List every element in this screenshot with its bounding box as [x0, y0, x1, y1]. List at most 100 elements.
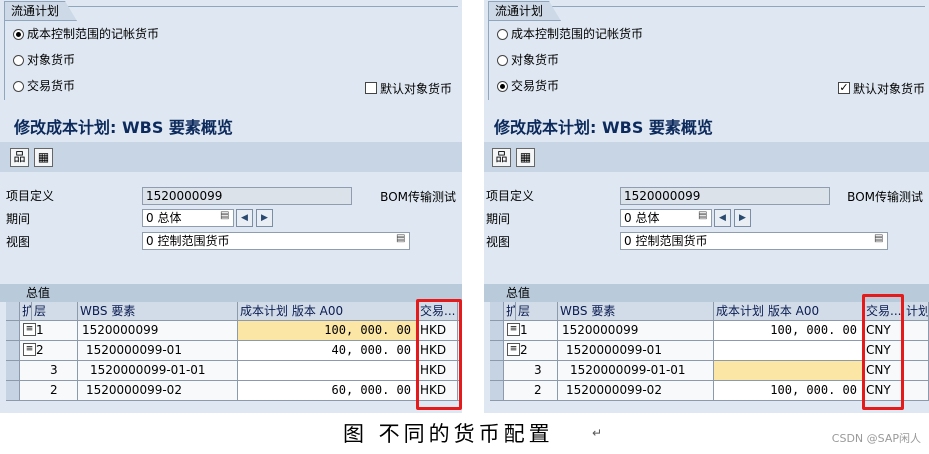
column-header-wbs[interactable]: WBS 要素 — [78, 302, 238, 321]
hierarchy-node-icon[interactable]: ≡ — [23, 323, 36, 336]
hierarchy-node-icon[interactable]: ≡ — [507, 343, 520, 356]
hierarchy-node-icon[interactable]: ≡ — [23, 343, 36, 356]
value-help-icon[interactable]: ▤ — [698, 210, 707, 221]
row-selector[interactable] — [490, 361, 504, 381]
previous-period-icon[interactable]: ◀ — [236, 209, 253, 227]
project-label: 项目定义 — [486, 189, 535, 203]
hierarchy-node-icon[interactable]: ≡ — [507, 323, 520, 336]
project-input[interactable]: 1520000099 — [620, 187, 830, 205]
radio-button[interactable] — [497, 80, 508, 92]
radio-button[interactable] — [497, 54, 508, 66]
table-title: 总值 — [0, 284, 462, 302]
radio-transaction-currency[interactable]: 交易货币 — [13, 77, 75, 95]
column-header-level[interactable]: 层 — [32, 302, 78, 321]
level-value: 2 — [520, 343, 528, 357]
radio-label: 交易货币 — [27, 79, 76, 93]
view-input[interactable]: 0 控制范围货币 — [620, 232, 888, 250]
calculator-icon[interactable]: ▦ — [34, 148, 53, 167]
column-header-plan[interactable]: 计划 — [904, 302, 929, 321]
radio-transaction-currency[interactable]: 交易货币 — [497, 77, 559, 95]
application-toolbar: 品 ▦ — [0, 142, 462, 172]
level-value: 2 — [36, 343, 44, 357]
row-selector[interactable] — [6, 361, 20, 381]
value-help-icon[interactable]: ▤ — [220, 210, 229, 221]
radio-object-currency[interactable]: 对象货币 — [13, 51, 75, 69]
radio-button[interactable] — [13, 28, 24, 40]
right-screen-panel: 流通计划 成本控制范围的记帐货币 对象货币 交易货币 ✓ 默认对象货币 修改成本计… — [484, 0, 929, 413]
application-toolbar: 品 ▦ — [484, 142, 929, 172]
project-label: 项目定义 — [6, 189, 55, 203]
row-selector[interactable] — [490, 381, 504, 401]
default-object-currency-checkbox[interactable]: ✓ 默认对象货币 — [837, 79, 925, 97]
value-help-icon[interactable]: ▤ — [396, 233, 405, 244]
radio-button[interactable] — [497, 28, 508, 40]
radio-object-currency[interactable]: 对象货币 — [497, 51, 559, 69]
column-header-cost-plan[interactable]: 成本计划 版本 A00 — [238, 302, 418, 321]
project-input[interactable]: 1520000099 — [142, 187, 352, 205]
table-cell-cost[interactable]: 100, 000. 00 — [238, 321, 418, 341]
figure-caption: 图 不同的货币配置 — [343, 422, 554, 446]
table-cell-cost[interactable]: 100, 000. 00 — [714, 381, 864, 401]
table-row-level: 2 — [20, 381, 78, 401]
table-cell-cost[interactable] — [238, 361, 418, 381]
group-title: 流通计划 — [488, 1, 561, 21]
view-label: 视图 — [486, 235, 511, 249]
table-cell-cost[interactable]: 60, 000. 00 — [238, 381, 418, 401]
level-value: 1 — [36, 323, 44, 337]
view-input[interactable]: 0 控制范围货币 — [142, 232, 410, 250]
table-cell-cost[interactable] — [714, 341, 864, 361]
currency-highlight-box — [862, 294, 904, 410]
table-cell-cost[interactable]: 100, 000. 00 — [714, 321, 864, 341]
radio-controlling-area-currency[interactable]: 成本控制范围的记帐货币 — [13, 25, 159, 43]
table-row-level: ≡ 2 — [504, 341, 558, 361]
radio-button[interactable] — [13, 80, 24, 92]
table-cell-plan — [904, 381, 929, 401]
row-selector[interactable] — [490, 341, 504, 361]
radio-controlling-area-currency[interactable]: 成本控制范围的记帐货币 — [497, 25, 643, 43]
radio-label: 交易货币 — [511, 79, 560, 93]
table-cell-wbs: 1520000099-01-01 — [78, 361, 238, 381]
table-row-level: 2 — [504, 381, 558, 401]
row-selector[interactable] — [490, 321, 504, 341]
table-cell-cost[interactable]: 40, 000. 00 — [238, 341, 418, 361]
table-row-level: 3 — [504, 361, 558, 381]
row-selector[interactable] — [6, 341, 20, 361]
panel-divider — [462, 0, 484, 413]
column-header-wbs[interactable]: WBS 要素 — [558, 302, 714, 321]
default-object-currency-checkbox[interactable]: 默认对象货币 — [364, 79, 452, 97]
currency-highlight-box — [416, 299, 462, 410]
checkbox[interactable] — [364, 82, 377, 94]
hierarchy-icon[interactable]: 品 — [492, 148, 511, 167]
row-selector[interactable] — [6, 381, 20, 401]
table-row-level: ≡ 2 — [20, 341, 78, 361]
radio-label: 对象货币 — [27, 53, 76, 67]
calculator-icon[interactable]: ▦ — [516, 148, 535, 167]
select-all-cell[interactable] — [490, 302, 504, 321]
radio-label: 对象货币 — [511, 53, 560, 67]
screen-title: 修改成本计划: WBS 要素概览 — [14, 118, 233, 137]
column-header-expand[interactable]: 扩 — [20, 302, 32, 321]
left-screen-panel: 流通计划 成本控制范围的记帐货币 对象货币 交易货币 默认对象货币 修改成本计划… — [0, 0, 462, 413]
column-header-level[interactable]: 层 — [516, 302, 558, 321]
next-period-icon[interactable]: ▶ — [734, 209, 751, 227]
hierarchy-icon[interactable]: 品 — [10, 148, 29, 167]
column-header-expand[interactable]: 扩 — [504, 302, 516, 321]
watermark: CSDN @SAP闲人 — [831, 432, 921, 445]
radio-button[interactable] — [13, 54, 24, 66]
next-period-icon[interactable]: ▶ — [256, 209, 273, 227]
radio-label: 成本控制范围的记帐货币 — [27, 27, 160, 41]
table-cell-cost[interactable] — [714, 361, 864, 381]
table-row-level: ≡ 1 — [20, 321, 78, 341]
previous-period-icon[interactable]: ◀ — [714, 209, 731, 227]
column-header-cost-plan[interactable]: 成本计划 版本 A00 — [714, 302, 864, 321]
period-label: 期间 — [6, 212, 31, 226]
table-cell-wbs: 1520000099 — [558, 321, 714, 341]
radio-label: 成本控制范围的记帐货币 — [511, 27, 644, 41]
row-selector[interactable] — [6, 321, 20, 341]
select-all-cell[interactable] — [6, 302, 20, 321]
value-help-icon[interactable]: ▤ — [874, 233, 883, 244]
table-cell-wbs: 1520000099 — [78, 321, 238, 341]
table-cell-wbs: 1520000099-01 — [78, 341, 238, 361]
level-value: 1 — [520, 323, 528, 337]
checkbox[interactable]: ✓ — [837, 82, 850, 94]
